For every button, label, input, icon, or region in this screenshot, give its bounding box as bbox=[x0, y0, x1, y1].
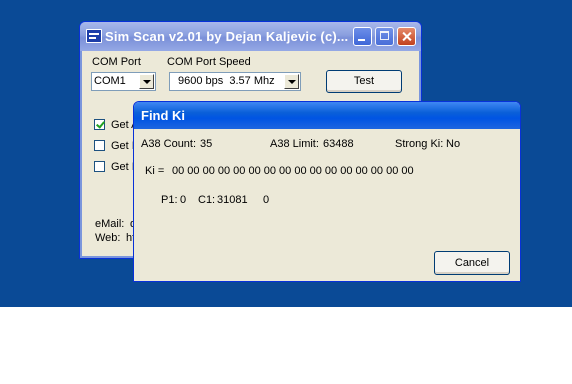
app-icon bbox=[86, 29, 102, 43]
com-port-select[interactable]: COM1 bbox=[91, 72, 156, 91]
c1-value: 31081 bbox=[217, 194, 248, 206]
test-button[interactable]: Test bbox=[326, 70, 402, 93]
a38-count-label: A38 Count: bbox=[141, 138, 197, 150]
web-label: Web: bbox=[95, 232, 121, 244]
chevron-down-icon[interactable] bbox=[139, 74, 154, 89]
com-speed-value: 9600 bps 3.57 Mhz bbox=[178, 75, 275, 87]
ki-value: 00 00 00 00 00 00 00 00 00 00 00 00 00 0… bbox=[172, 165, 414, 177]
com-speed-select[interactable]: 9600 bps 3.57 Mhz bbox=[169, 72, 301, 91]
email-label: eMail: bbox=[95, 218, 125, 230]
checkbox-2[interactable] bbox=[94, 140, 105, 151]
strong-ki-value: No bbox=[446, 138, 461, 150]
main-window-title: Sim Scan v2.01 by Dejan Kaljevic (c)... bbox=[105, 29, 349, 44]
p1-label: P1: bbox=[161, 194, 178, 206]
dialog-title: Find Ki bbox=[141, 108, 186, 123]
chevron-down-icon[interactable] bbox=[284, 74, 299, 89]
minimize-button[interactable] bbox=[353, 27, 372, 46]
checkbox-2-label: Get I bbox=[111, 140, 135, 152]
a38-count-value: 35 bbox=[200, 138, 213, 150]
ki-label: Ki = bbox=[145, 165, 165, 177]
com-speed-label: COM Port Speed bbox=[167, 56, 251, 68]
p1-value: 0 bbox=[180, 194, 187, 206]
a38-limit-value: 63488 bbox=[323, 138, 354, 150]
strong-ki-label: Strong Ki: bbox=[395, 138, 444, 150]
c1-label: C1: bbox=[198, 194, 216, 206]
checkbox-3-label: Get I bbox=[111, 161, 135, 173]
cancel-button[interactable]: Cancel bbox=[434, 251, 510, 275]
com-port-value: COM1 bbox=[94, 75, 126, 87]
maximize-button bbox=[375, 27, 394, 46]
a38-limit-label: A38 Limit: bbox=[270, 138, 319, 150]
extra-value: 0 bbox=[263, 194, 270, 206]
close-button[interactable] bbox=[397, 27, 416, 46]
com-port-label: COM Port bbox=[92, 56, 141, 68]
find-ki-dialog: Find Ki A38 Count: 35 A38 Limit: 63488 S… bbox=[133, 101, 521, 282]
dialog-titlebar[interactable]: Find Ki bbox=[134, 102, 520, 129]
checkbox-3[interactable] bbox=[94, 161, 105, 172]
checkbox-1[interactable] bbox=[94, 119, 105, 130]
main-window-titlebar[interactable]: Sim Scan v2.01 by Dejan Kaljevic (c)... bbox=[80, 22, 421, 51]
